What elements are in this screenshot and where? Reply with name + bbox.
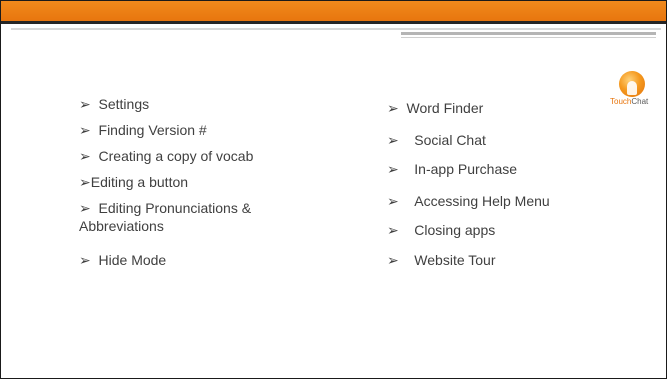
list-item-continuation: Abbreviations xyxy=(79,218,164,234)
divider-line xyxy=(11,28,661,30)
list-item: ➢Editing a button xyxy=(79,174,189,190)
arrow-bullet-icon: ➢ xyxy=(79,148,91,164)
arrow-bullet-icon: ➢ xyxy=(79,174,91,190)
arrow-bullet-icon: ➢ xyxy=(387,193,399,209)
list-item: ➢ Editing Pronunciations & xyxy=(79,200,252,216)
list-item: ➢ Closing apps xyxy=(387,222,496,238)
arrow-bullet-icon: ➢ xyxy=(79,200,91,216)
touchchat-logo: TouchChat xyxy=(610,71,662,111)
divider-line-thin xyxy=(401,37,656,38)
list-item: ➢ Accessing Help Menu xyxy=(387,193,550,209)
divider-line-accent xyxy=(401,32,656,35)
arrow-bullet-icon: ➢ xyxy=(387,100,399,116)
list-item: ➢ Creating a copy of vocab xyxy=(79,148,254,164)
arrow-bullet-icon: ➢ xyxy=(387,161,399,177)
arrow-bullet-icon: ➢ xyxy=(79,252,91,268)
arrow-bullet-icon: ➢ xyxy=(387,222,399,238)
list-item: ➢ In-app Purchase xyxy=(387,161,518,177)
list-item: ➢ Social Chat xyxy=(387,132,486,148)
person-icon xyxy=(627,81,637,95)
header-dark-band xyxy=(1,21,666,24)
list-item: ➢ Finding Version # xyxy=(79,122,207,138)
arrow-bullet-icon: ➢ xyxy=(79,96,91,112)
list-item: ➢ Settings xyxy=(79,96,150,112)
arrow-bullet-icon: ➢ xyxy=(79,122,91,138)
slide: TouchChat ➢ Settings ➢ Finding Version #… xyxy=(0,0,667,379)
list-item: ➢ Hide Mode xyxy=(79,252,167,268)
list-item: ➢ Website Tour xyxy=(387,252,496,268)
arrow-bullet-icon: ➢ xyxy=(387,252,399,268)
header-accent-band xyxy=(1,1,666,21)
arrow-bullet-icon: ➢ xyxy=(387,132,399,148)
logo-wordmark: TouchChat xyxy=(610,97,649,106)
list-item: ➢ Word Finder xyxy=(387,100,484,116)
